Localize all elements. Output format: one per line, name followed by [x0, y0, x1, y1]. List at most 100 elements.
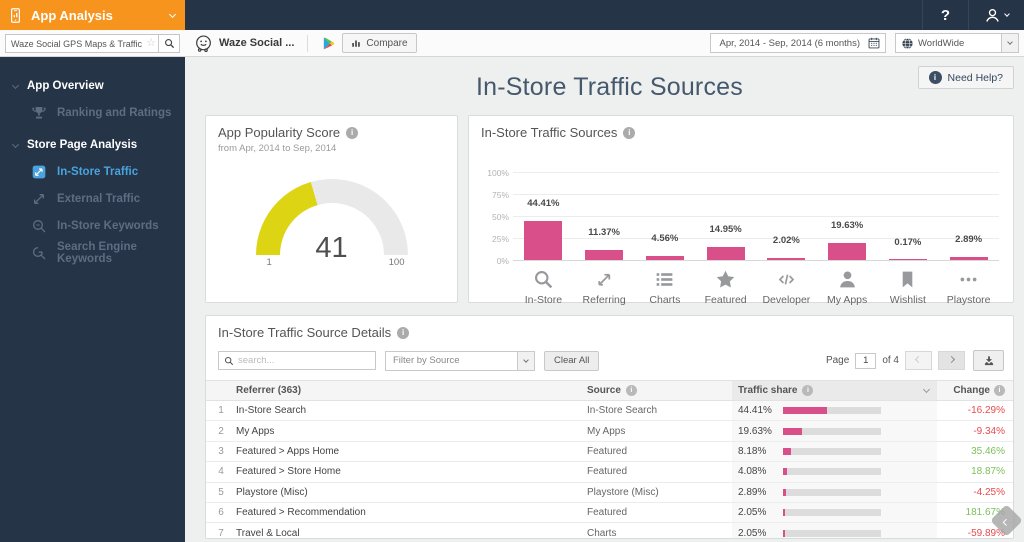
info-icon: i	[928, 71, 942, 84]
referrer-cell: Featured > Recommendation	[236, 507, 366, 519]
gauge-max-label: 100	[388, 257, 405, 268]
source-column-header[interactable]: Source i	[587, 385, 732, 396]
page-title: In-Store Traffic Sources	[476, 73, 743, 101]
referrer-cell: Featured > Apps Home	[236, 445, 340, 457]
sort-desc-icon	[922, 385, 931, 394]
instore-traffic-icon	[31, 164, 47, 180]
source-cell: Featured	[587, 466, 628, 478]
next-page-button[interactable]	[938, 351, 965, 370]
table-controls: Filter by Source Clear All Page of 4	[206, 350, 1013, 371]
bar	[888, 258, 927, 260]
chart-column: 11.37% Referring	[574, 172, 635, 306]
bar	[767, 258, 806, 260]
share-value: 4.08%	[738, 466, 767, 478]
star-icon	[695, 267, 756, 291]
sidebar-item-ranking-ratings[interactable]: Ranking and Ratings	[0, 99, 185, 126]
share-bar-track	[783, 447, 881, 455]
table-row: 4 Featured > Store Home Featured 4.08% 18.87…	[206, 462, 1013, 483]
row-index: 1	[218, 405, 224, 417]
share-bar-track	[783, 509, 881, 517]
help-button[interactable]: ?	[922, 0, 968, 30]
referrer-cell: In-Store Search	[236, 405, 307, 417]
group-label: Store Page Analysis	[27, 139, 138, 151]
filter-label: Filter by Source	[393, 355, 460, 366]
compare-button[interactable]: Compare	[342, 33, 417, 53]
gauge-min-label: 1	[266, 257, 272, 268]
share-bar-fill	[783, 468, 787, 476]
category-label: In-Store	[524, 294, 563, 306]
need-help-label: Need Help?	[947, 71, 1003, 84]
share-bar-track	[783, 488, 881, 496]
traffic-share-cell: 2.05%	[732, 502, 937, 523]
row-index: 6	[218, 507, 224, 519]
pagination: Page of 4	[826, 350, 1004, 371]
category-label: Referring	[582, 294, 626, 306]
app-search-group: ☆	[0, 33, 185, 53]
group-label: App Overview	[27, 80, 104, 92]
table-search-input[interactable]	[238, 355, 375, 366]
info-icon[interactable]: i	[994, 385, 1005, 396]
info-icon[interactable]: i	[346, 126, 359, 139]
region-select[interactable]: WorldWide	[895, 33, 1019, 53]
share-value: 2.05%	[738, 527, 767, 539]
sidebar-group-app-overview[interactable]: App Overview	[0, 73, 185, 99]
search-button[interactable]	[159, 33, 180, 53]
app-popularity-score-card: App Popularity Score i from Apr, 2014 to…	[205, 115, 458, 303]
sidebar-item-external-traffic[interactable]: External Traffic	[0, 185, 185, 212]
table-row: 6 Featured > Recommendation Featured 2.05% 1…	[206, 502, 1013, 524]
page-total: of 4	[882, 355, 899, 366]
chart-column: 44.41% In-Store	[513, 172, 574, 306]
app-analysis-menu[interactable]: App Analysis	[0, 0, 185, 30]
sidebar-item-in-store-keywords[interactable]: In-Store Keywords	[0, 212, 185, 239]
source-cell: My Apps	[587, 425, 626, 437]
clear-all-button[interactable]: Clear All	[544, 350, 600, 371]
chevron-down-icon	[168, 10, 177, 18]
info-icon[interactable]: i	[397, 326, 410, 339]
user-menu-button[interactable]	[968, 0, 1024, 30]
bar-value-label: 44.41%	[527, 197, 560, 209]
need-help-button[interactable]: i Need Help?	[917, 66, 1014, 89]
share-bar-track	[783, 407, 881, 415]
traffic-source-details-card: In-Store Traffic Source Details i Filter…	[205, 315, 1014, 539]
calendar-icon	[867, 36, 881, 50]
export-button[interactable]	[973, 350, 1004, 371]
row-index: 7	[218, 527, 224, 539]
top-bar: App Analysis ?	[0, 0, 1024, 30]
bar-chart-icon	[351, 38, 361, 48]
bar-value-label: 0.17%	[894, 236, 922, 248]
info-icon[interactable]: i	[802, 385, 814, 396]
sidebar-nav: App Overview Ranking and Ratings Store P…	[0, 57, 185, 542]
filter-by-source-select[interactable]: Filter by Source	[385, 350, 535, 371]
row-index: 5	[218, 486, 224, 498]
region-value: WorldWide	[918, 37, 965, 49]
share-value: 8.18%	[738, 445, 767, 457]
table-search-box	[218, 351, 376, 370]
waze-app-icon	[194, 34, 213, 53]
select-caret	[517, 351, 534, 370]
chart-column: 2.02% Developer	[756, 172, 817, 306]
list-icon	[635, 267, 696, 291]
source-cell: Featured	[587, 507, 628, 519]
row-index: 3	[218, 445, 224, 457]
info-icon[interactable]: i	[623, 126, 636, 139]
app-search-input[interactable]	[5, 34, 159, 53]
card-title: In-Store Traffic Sources	[481, 125, 618, 140]
share-bar-track	[783, 529, 881, 537]
sidebar-item-in-store-traffic[interactable]: In-Store Traffic	[0, 158, 185, 185]
category-label: My Apps	[826, 294, 868, 306]
card-title: App Popularity Score	[218, 125, 341, 140]
prev-page-button[interactable]	[905, 351, 932, 370]
favorite-star-icon[interactable]: ☆	[146, 36, 156, 49]
change-column-header[interactable]: Change i	[937, 385, 1013, 396]
referrer-column-header[interactable]: Referrer (363)	[236, 385, 587, 396]
sidebar-group-store-page-analysis[interactable]: Store Page Analysis	[0, 132, 185, 158]
play-store-icon[interactable]	[321, 36, 336, 51]
page-number-input[interactable]	[855, 352, 877, 369]
traffic-share-column-header[interactable]: Traffic share i	[732, 381, 937, 400]
date-range-picker[interactable]: Apr, 2014 - Sep, 2014 (6 months)	[709, 33, 886, 53]
info-icon[interactable]: i	[625, 385, 637, 396]
sidebar-item-search-engine-keywords[interactable]: Search Engine Keywords	[0, 239, 185, 266]
chart-column: 4.56% Charts	[635, 172, 696, 306]
sidebar-item-label: Search Engine Keywords	[57, 240, 137, 265]
